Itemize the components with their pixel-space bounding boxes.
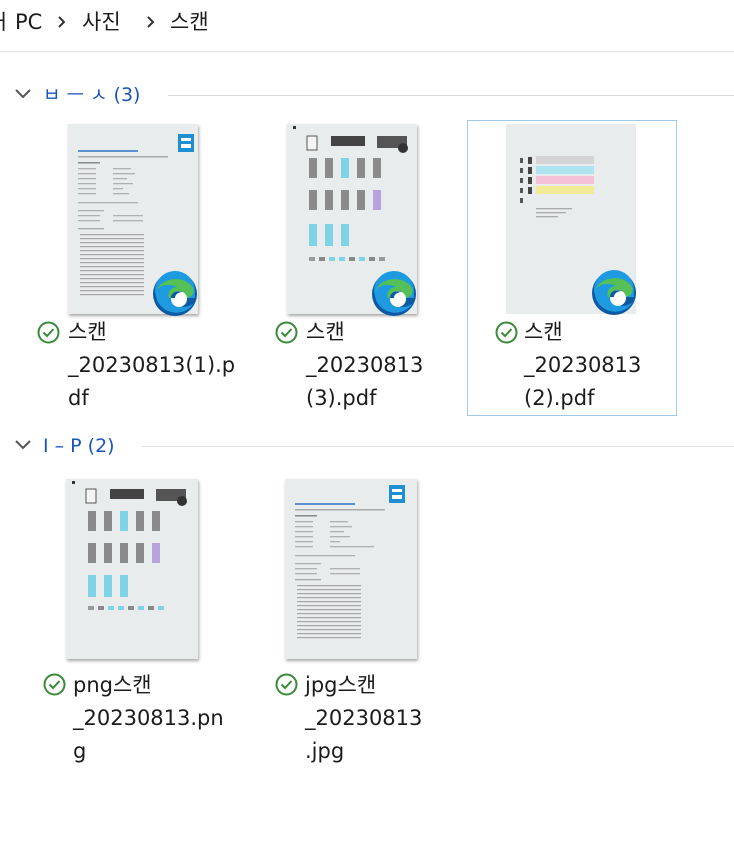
edge-icon — [153, 270, 197, 316]
file-item[interactable]: 스캔 _20230813 (3).pdf — [239, 120, 449, 416]
group-label: ㅂ ㅡ ㅅ (3) — [43, 84, 141, 106]
group-divider — [168, 95, 734, 96]
file-name-line: _20230813 — [524, 353, 642, 377]
chevron-right-icon — [147, 16, 155, 28]
file-name-line: _20230813(1).p — [68, 353, 236, 377]
file-name-line: 스캔 — [524, 320, 563, 344]
check-circle-icon — [495, 321, 518, 344]
file-item[interactable]: png스캔 _20230813.pn g — [20, 475, 230, 771]
check-circle-icon — [275, 673, 298, 696]
file-item[interactable]: jpg스캔 _20230813 .jpg — [239, 475, 449, 771]
breadcrumb-photos[interactable]: 사진 — [82, 8, 121, 36]
group-header-images[interactable]: I – P (2) — [0, 432, 734, 460]
chevron-down-icon[interactable] — [14, 87, 32, 99]
edge-icon — [592, 269, 636, 315]
file-name-line: _20230813.pn — [73, 706, 224, 730]
file-thumbnail — [66, 479, 198, 659]
group-label: I – P (2) — [43, 435, 115, 457]
file-name-line: _20230813 — [306, 353, 424, 377]
check-circle-icon — [37, 321, 60, 344]
file-name-line: (2).pdf — [524, 386, 595, 410]
group-divider — [142, 446, 734, 447]
file-name-line: .jpg — [305, 739, 345, 763]
file-name-line: 스캔 — [306, 320, 345, 344]
chevron-right-icon — [58, 16, 66, 28]
group-header-pdf[interactable]: ㅂ ㅡ ㅅ (3) — [0, 81, 734, 109]
file-name-line: png스캔 — [73, 673, 152, 697]
check-circle-icon — [43, 673, 66, 696]
file-item[interactable]: 스캔 _20230813(1).p df — [20, 120, 235, 416]
edge-icon — [372, 270, 416, 316]
file-name-line: _20230813 — [305, 706, 423, 730]
breadcrumb-pc[interactable]: PC — [15, 8, 42, 36]
breadcrumb-scan[interactable]: 스캔 — [170, 8, 209, 36]
file-name-line: g — [73, 739, 87, 763]
file-name-line: 스캔 — [68, 320, 107, 344]
chevron-down-icon[interactable] — [14, 438, 32, 450]
breadcrumb-root-icon[interactable]: ㅓ — [0, 8, 11, 36]
file-item-selected[interactable]: 스캔 _20230813 (2).pdf — [467, 120, 677, 416]
file-name-line: (3).pdf — [306, 386, 377, 410]
file-name-line: df — [68, 386, 89, 410]
file-thumbnail — [285, 479, 417, 659]
check-circle-icon — [275, 321, 298, 344]
breadcrumb: ㅓ PC 사진 스캔 — [0, 0, 734, 52]
file-name-line: jpg스캔 — [305, 673, 377, 697]
